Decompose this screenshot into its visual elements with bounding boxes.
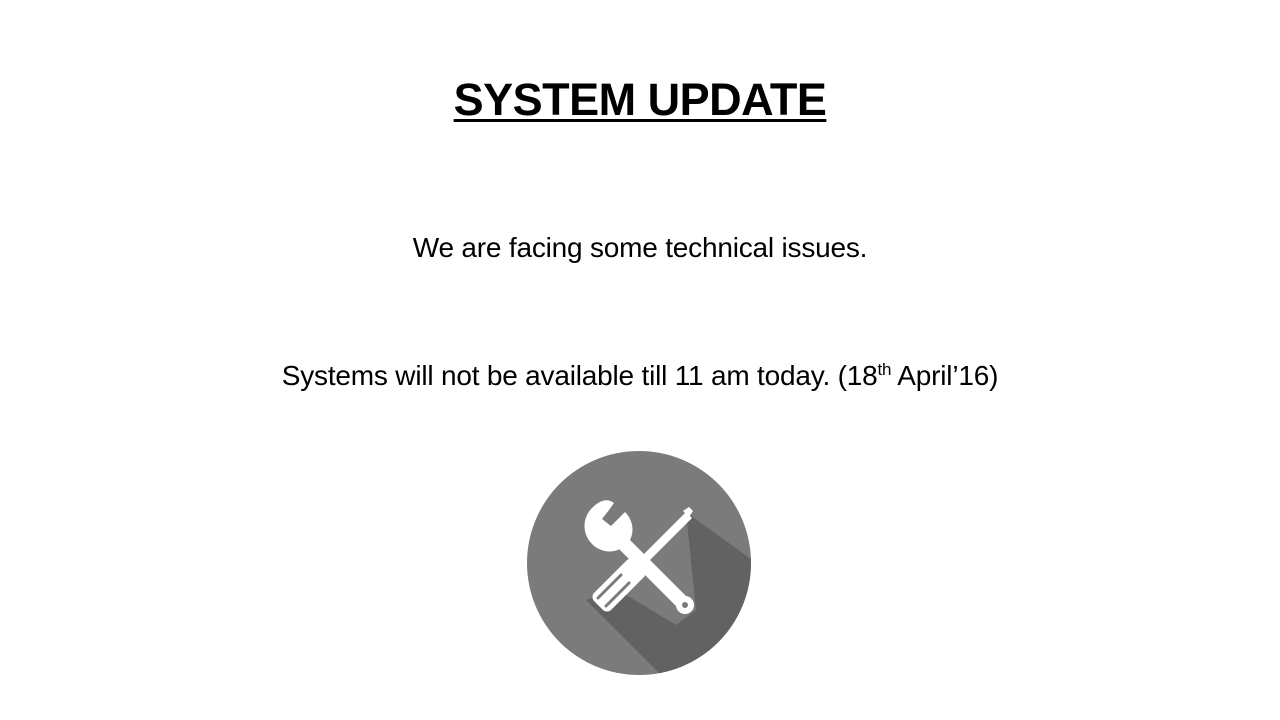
technical-issues-message: We are facing some technical issues.: [412, 232, 868, 263]
date-ordinal-suffix: th: [877, 360, 892, 379]
availability-message: Systems will not be available till 11 am…: [0, 356, 1280, 396]
maintenance-tools-icon: [526, 450, 752, 676]
title-text: SYSTEM UPDATE: [453, 74, 827, 125]
availability-text: Systems will not be available till 11 am…: [281, 360, 878, 391]
slide-title: SYSTEM UPDATE: [0, 70, 1280, 130]
availability-date-text: April’16): [891, 360, 999, 391]
slide: SYSTEM UPDATE We are facing some technic…: [0, 0, 1280, 720]
